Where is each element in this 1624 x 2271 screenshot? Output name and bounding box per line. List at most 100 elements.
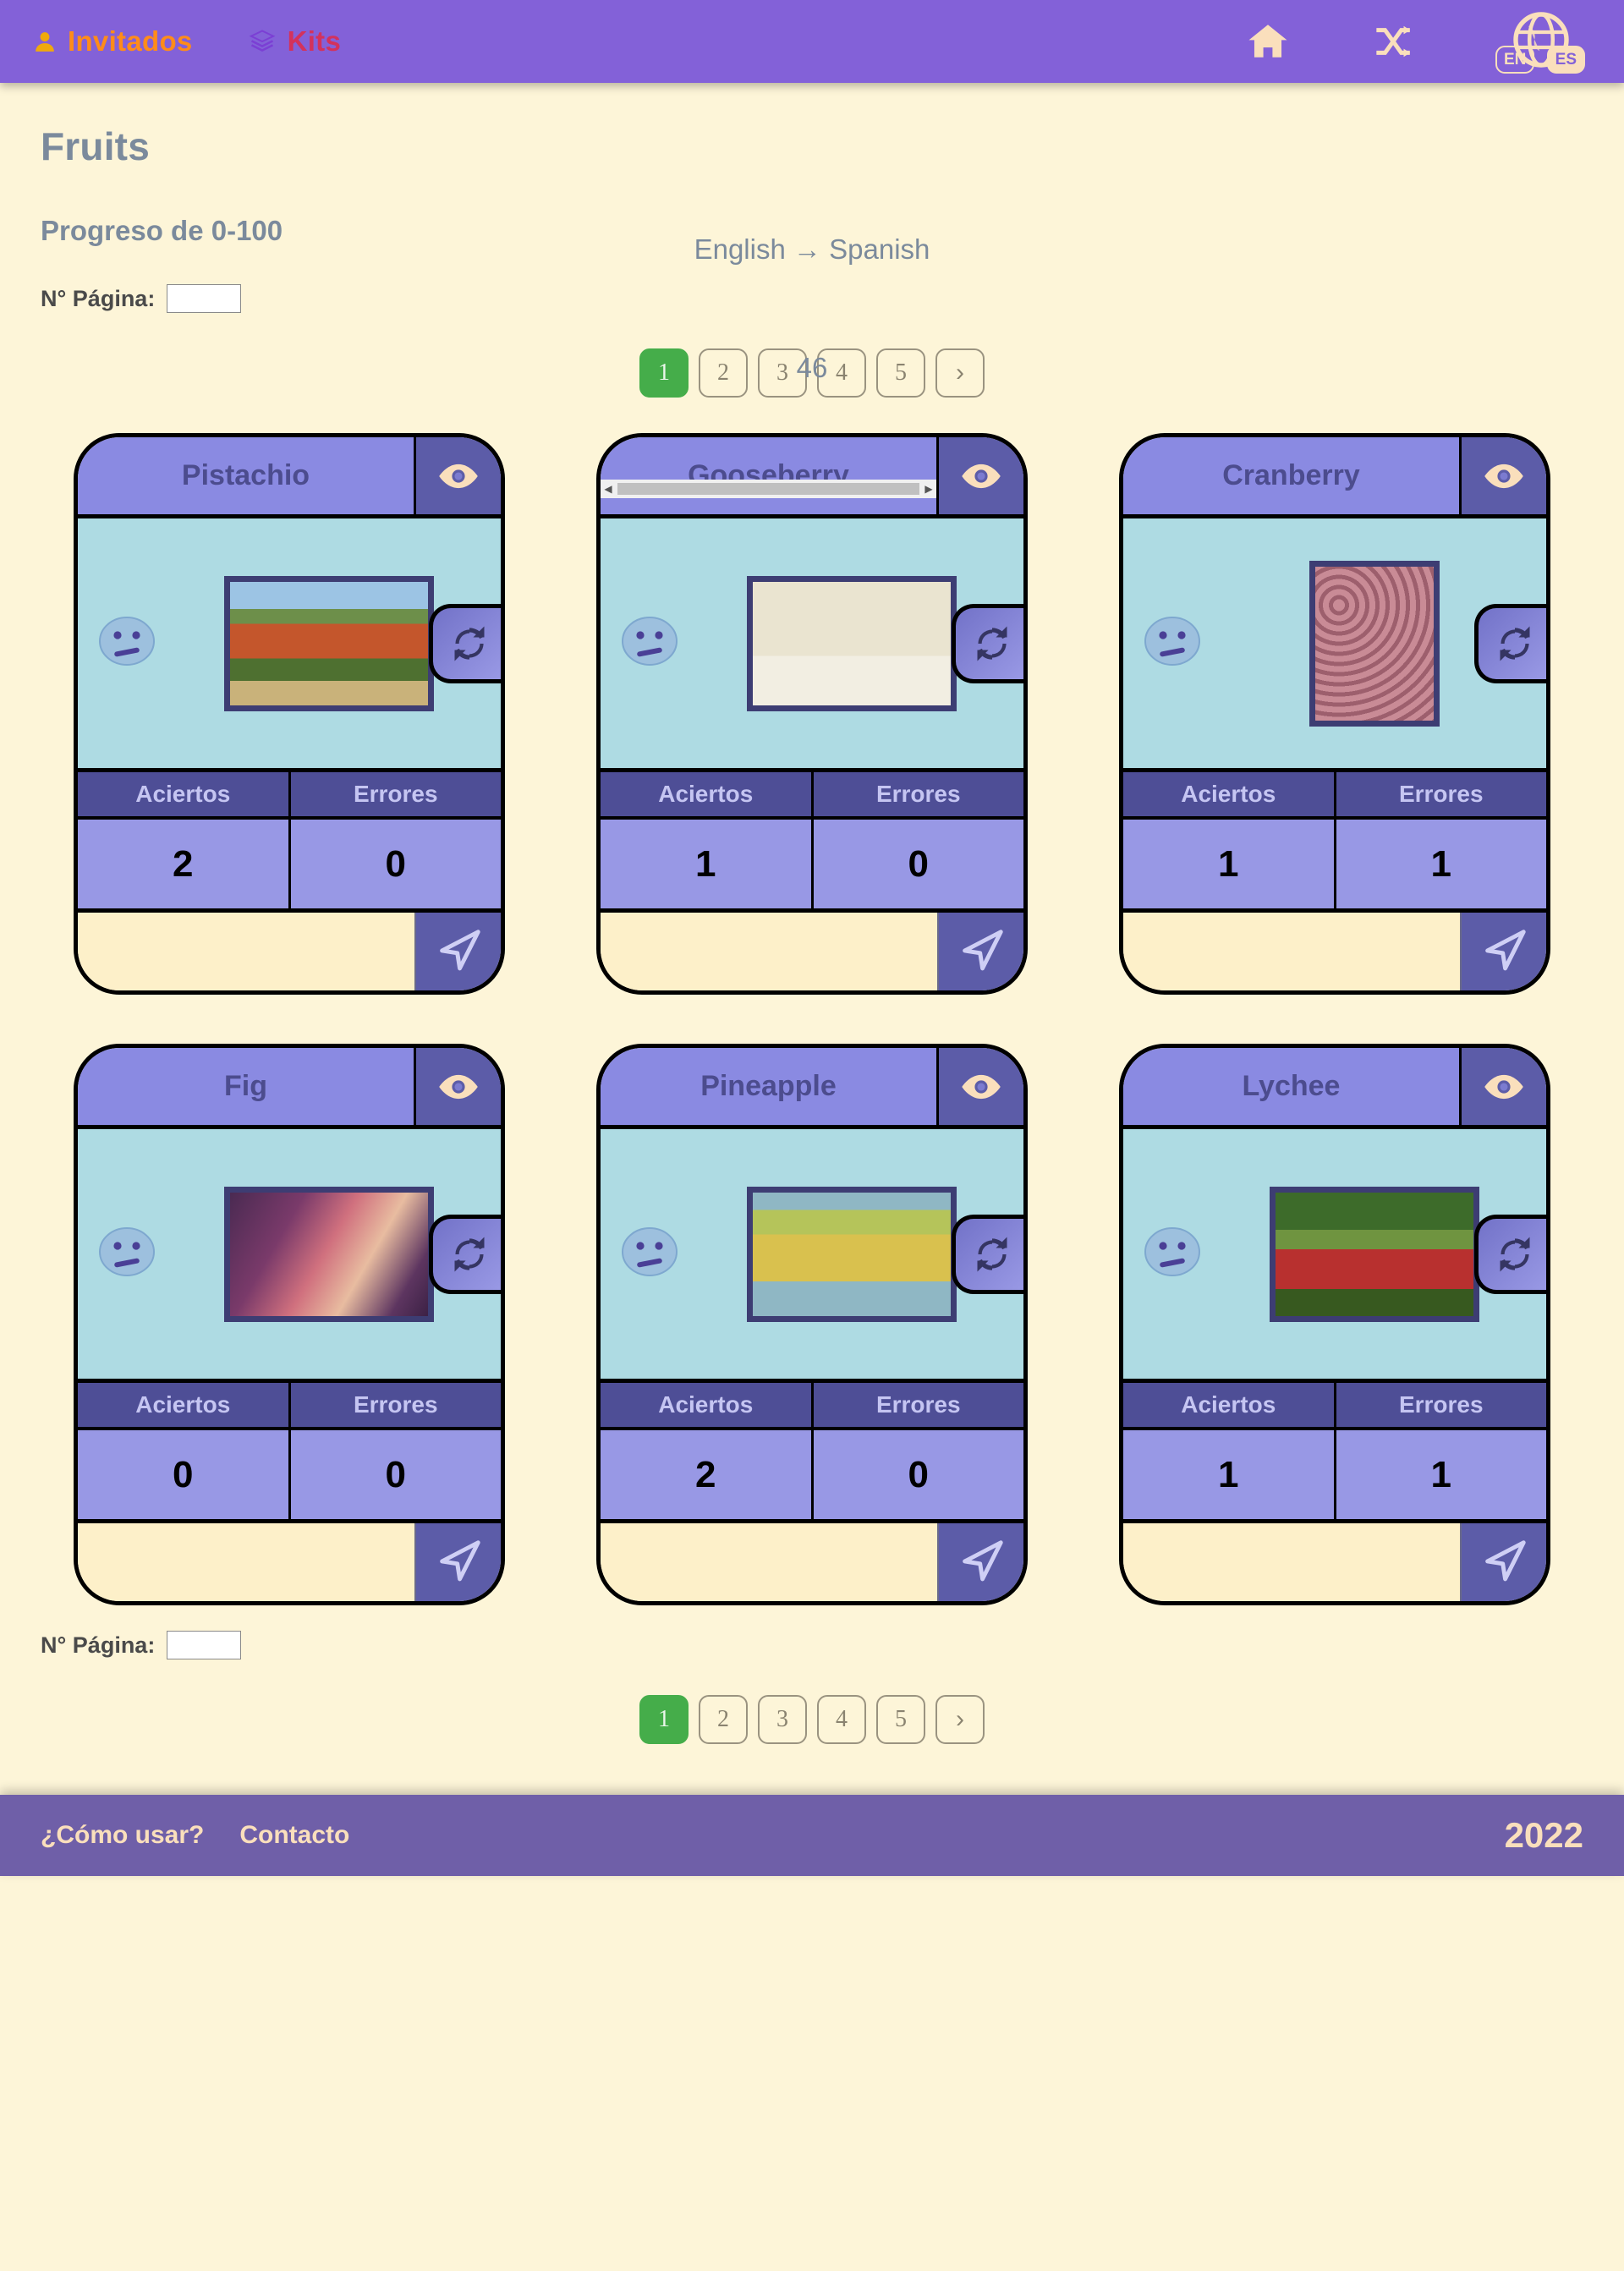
score-header-row: Aciertos Errores	[1123, 1383, 1546, 1430]
send-arrow-icon[interactable]	[414, 1523, 501, 1601]
flashcard-media-area	[1123, 518, 1546, 772]
answer-input[interactable]	[601, 1523, 937, 1601]
aciertos-header: Aciertos	[78, 1383, 291, 1427]
eye-icon[interactable]	[416, 437, 501, 514]
aciertos-header: Aciertos	[601, 1383, 814, 1427]
flashcard-media-area	[1123, 1129, 1546, 1383]
lang-to-badge: ES	[1546, 46, 1585, 74]
send-arrow-icon[interactable]	[937, 1523, 1023, 1601]
gooseberry-chart-photo	[747, 575, 957, 711]
flashcard-media-area	[601, 1129, 1023, 1383]
page-button-5-bottom[interactable]: 5	[876, 1695, 925, 1744]
refresh-icon[interactable]	[952, 1214, 1023, 1294]
errores-value: 1	[1430, 1453, 1451, 1495]
score-header-row: Aciertos Errores	[1123, 772, 1546, 820]
footer-link-how-to-use[interactable]: ¿Cómo usar?	[41, 1821, 204, 1850]
answer-row	[601, 1523, 1023, 1601]
home-icon[interactable]	[1245, 20, 1291, 63]
errores-header: Errores	[875, 781, 961, 807]
flashcard: Cranberry◀▶ Aciertos Errores 1 1	[1119, 433, 1550, 995]
eye-icon[interactable]	[1462, 437, 1546, 514]
answer-input[interactable]	[1123, 1523, 1460, 1601]
page-button-3-bottom[interactable]: 3	[758, 1695, 807, 1744]
eye-icon[interactable]	[939, 437, 1023, 514]
lang-from-badge: EN	[1495, 46, 1535, 74]
nav-link-invitados-label: Invitados	[68, 25, 193, 57]
page-next-button-bottom[interactable]: ›	[935, 1695, 985, 1744]
answer-row	[78, 1523, 501, 1601]
title-horizontal-scrollbar[interactable]: ◀ ▶	[601, 480, 936, 498]
errores-header: Errores	[875, 1391, 961, 1418]
refresh-icon[interactable]	[1474, 1214, 1546, 1294]
errores-header: Errores	[1398, 781, 1484, 807]
page-number-field-group-bottom: N° Página:	[41, 1631, 1583, 1659]
flashcard-header: Gooseberry ◀ ▶	[601, 437, 1023, 518]
page-button-4-bottom[interactable]: 4	[817, 1695, 866, 1744]
page-button-1-bottom[interactable]: 1	[639, 1695, 689, 1744]
score-values-row: 00	[78, 1430, 501, 1523]
flashcard-header: Cranberry◀▶	[1123, 437, 1546, 518]
globe-language-icon[interactable]: EN ES	[1495, 9, 1585, 74]
flashcard-title-area: Pineapple◀▶	[601, 1048, 939, 1125]
aciertos-header: Aciertos	[601, 772, 814, 816]
neutral-face-icon[interactable]	[619, 614, 680, 672]
pagination-bottom: N° Página: 1 2 3 4 5 ›	[0, 1631, 1624, 1744]
aciertos-header: Aciertos	[1123, 772, 1336, 816]
eye-icon[interactable]	[1462, 1048, 1546, 1125]
page-number-input-top[interactable]	[167, 284, 242, 313]
send-arrow-icon[interactable]	[1460, 913, 1546, 990]
send-arrow-icon[interactable]	[1460, 1523, 1546, 1601]
scrollbar-thumb[interactable]	[617, 483, 919, 495]
flashcard-media-area	[601, 518, 1023, 772]
page-button-2-bottom[interactable]: 2	[699, 1695, 748, 1744]
flashcard-title: Cranberry	[1222, 459, 1360, 491]
scroll-left-arrow-icon[interactable]: ◀	[601, 484, 616, 494]
send-arrow-icon[interactable]	[414, 913, 501, 990]
cranberry-berries-photo	[1309, 560, 1440, 727]
neutral-face-icon[interactable]	[96, 614, 157, 672]
refresh-icon[interactable]	[429, 603, 501, 683]
flashcard-header: Fig◀▶	[78, 1048, 501, 1129]
page-number-label-top: N° Página:	[41, 285, 156, 311]
score-header-row: Aciertos Errores	[78, 1383, 501, 1430]
neutral-face-icon[interactable]	[1142, 1225, 1203, 1283]
lychee-branch-photo	[1270, 1186, 1479, 1322]
answer-input[interactable]	[78, 1523, 414, 1601]
flashcard-title: Pineapple	[700, 1070, 837, 1102]
page-number-label-bottom: N° Página:	[41, 1632, 156, 1658]
flashcard-title-area: Lychee◀▶	[1123, 1048, 1462, 1125]
answer-row	[1123, 913, 1546, 990]
answer-input[interactable]	[1123, 913, 1460, 990]
aciertos-value: 1	[1123, 820, 1336, 908]
eye-icon[interactable]	[416, 1048, 501, 1125]
errores-value: 0	[908, 1453, 929, 1495]
flashcard-title-area: Gooseberry ◀ ▶	[601, 437, 939, 514]
answer-input[interactable]	[601, 913, 937, 990]
nav-link-invitados[interactable]: Invitados	[34, 25, 193, 58]
page-header: Fruits English → Spanish Progreso de 0-1…	[0, 123, 1624, 383]
eye-icon[interactable]	[939, 1048, 1023, 1125]
answer-input[interactable]	[78, 913, 414, 990]
aciertos-header: Aciertos	[78, 772, 291, 816]
aciertos-value: 0	[78, 1430, 291, 1519]
neutral-face-icon[interactable]	[1142, 614, 1203, 672]
answer-row	[601, 913, 1023, 990]
errores-header: Errores	[1398, 1391, 1484, 1418]
shuffle-icon[interactable]	[1372, 22, 1418, 61]
errores-value: 0	[385, 842, 406, 885]
flashcard-title: Pistachio	[181, 459, 310, 491]
score-header-row: Aciertos Errores	[601, 1383, 1023, 1430]
flashcard: Lychee◀▶AciertosErrores11	[1119, 1044, 1550, 1605]
refresh-icon[interactable]	[1474, 603, 1546, 683]
page-number-input-bottom[interactable]	[167, 1631, 242, 1659]
refresh-icon[interactable]	[952, 603, 1023, 683]
neutral-face-icon[interactable]	[96, 1225, 157, 1283]
nav-link-kits[interactable]: Kits	[249, 25, 342, 58]
scroll-right-arrow-icon[interactable]: ▶	[921, 484, 936, 494]
send-arrow-icon[interactable]	[937, 913, 1023, 990]
errores-value: 1	[1430, 842, 1451, 885]
neutral-face-icon[interactable]	[619, 1225, 680, 1283]
refresh-icon[interactable]	[429, 1214, 501, 1294]
errores-header: Errores	[353, 1391, 438, 1418]
footer-link-contact[interactable]: Contacto	[239, 1821, 349, 1850]
